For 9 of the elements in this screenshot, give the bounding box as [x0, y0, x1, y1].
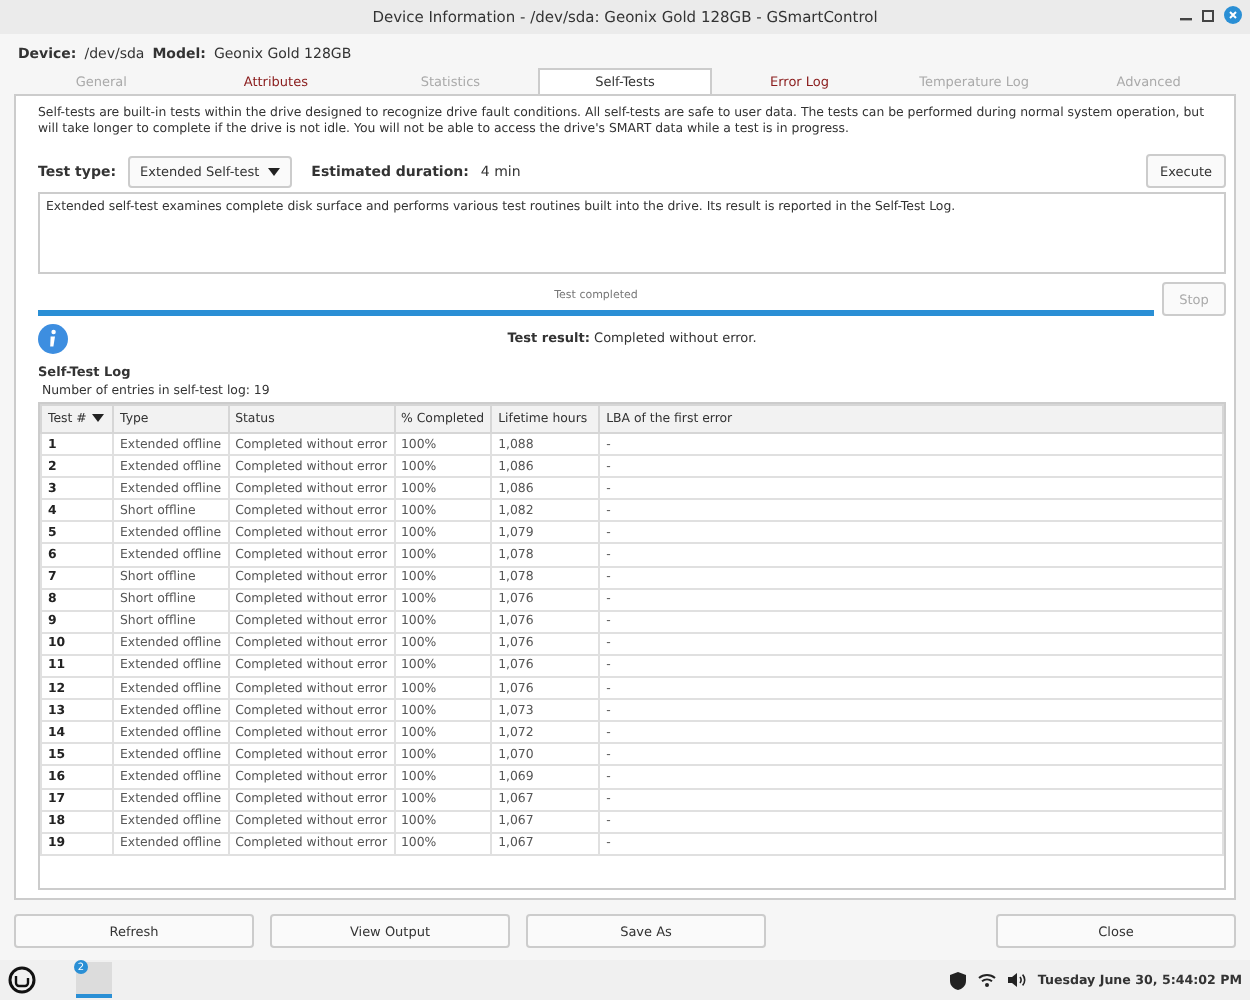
caret-icon [267, 167, 280, 175]
sort-caret-icon [92, 414, 105, 422]
close-icon[interactable] [1224, 6, 1242, 24]
menu-logo-icon[interactable] [8, 966, 36, 994]
info-icon [38, 323, 68, 353]
shield-icon[interactable] [949, 971, 966, 989]
maximize-icon[interactable] [1202, 9, 1214, 21]
wifi-icon[interactable] [977, 972, 996, 988]
speaker-icon[interactable] [1007, 972, 1026, 988]
